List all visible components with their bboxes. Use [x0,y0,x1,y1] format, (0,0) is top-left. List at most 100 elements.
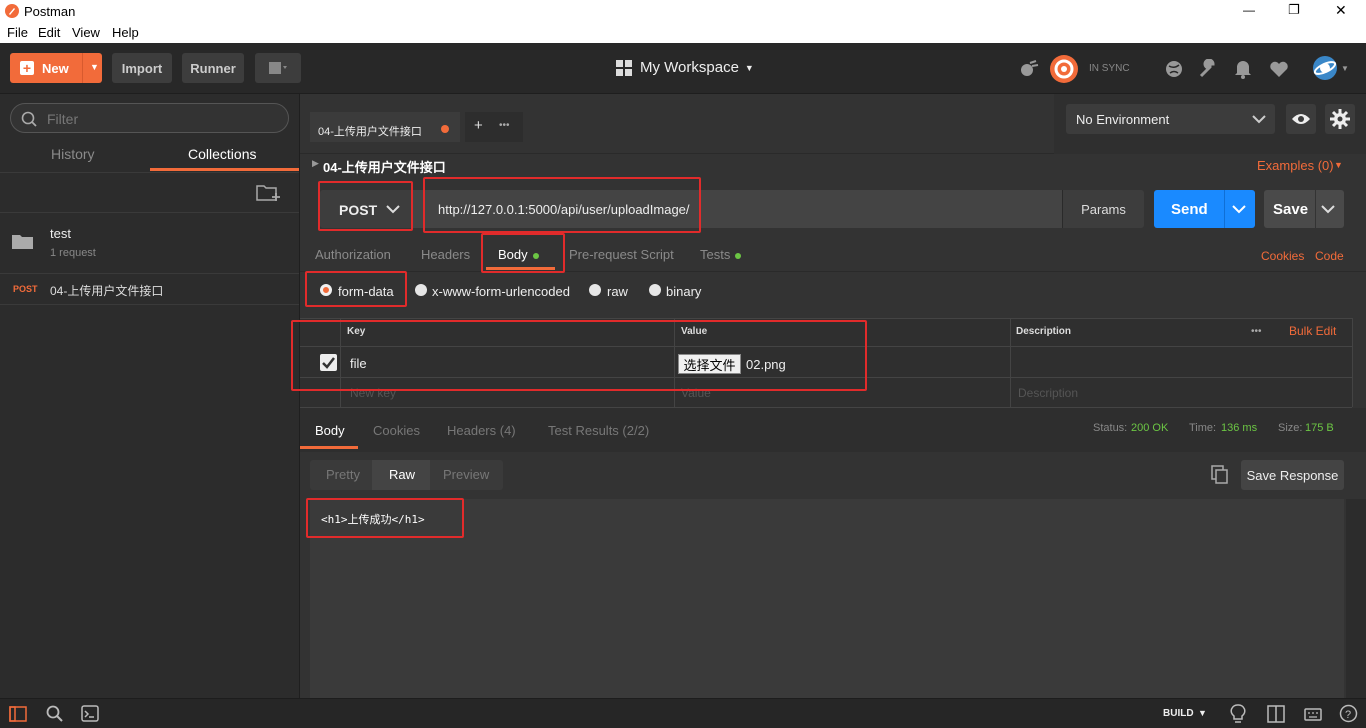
caret-down-icon: ▼ [744,62,754,73]
import-button[interactable]: Import [112,53,172,83]
console-icon[interactable] [81,705,99,722]
status-dot [735,252,742,259]
bulb-icon[interactable] [1230,704,1246,724]
choose-file-button[interactable]: 选择文件 [678,354,741,374]
status-dot [532,252,539,259]
caret-right-icon[interactable]: ▶ [312,158,319,169]
tab-collections[interactable]: Collections [188,146,256,162]
time-label: Time: [1189,422,1217,434]
minimize-button[interactable]: — [1243,3,1255,17]
response-tab-headers[interactable]: Headers (4) [447,423,516,438]
sync-icon[interactable] [1048,53,1080,85]
tab-body[interactable]: Body [498,247,539,262]
radio-form-data[interactable] [320,284,332,296]
scrollbar[interactable] [1346,499,1366,698]
build-mode-label[interactable]: BUILD [1163,708,1194,719]
close-button[interactable]: ✕ [1335,2,1347,19]
tab-authorization[interactable]: Authorization [315,247,391,262]
tab-pre-request-script[interactable]: Pre-request Script [569,247,674,262]
response-tab-cookies[interactable]: Cookies [373,423,420,438]
tab-actions: + ••• [465,112,523,142]
wrench-icon[interactable] [1198,59,1218,79]
time-value: 136 ms [1221,422,1258,434]
two-pane-icon[interactable] [1267,705,1285,723]
response-tab-body[interactable]: Body [315,423,345,438]
menu-file[interactable]: File [7,25,28,40]
save-button[interactable]: Save [1264,190,1344,228]
view-pretty[interactable]: Pretty [326,467,360,482]
radio-urlencoded[interactable] [415,284,427,296]
new-key-input[interactable]: New key [350,386,396,400]
view-raw[interactable]: Raw [389,467,415,482]
tab-history[interactable]: History [51,146,95,162]
row-checkbox[interactable] [320,354,337,371]
new-description-input[interactable]: Description [1018,386,1078,400]
examples-link[interactable]: Examples (0) [1257,158,1334,173]
cookies-link[interactable]: Cookies [1261,249,1304,263]
code-link[interactable]: Code [1315,249,1344,263]
radio-raw[interactable] [589,284,601,296]
request-tab-label: 04-上传用户文件接口 [318,126,422,138]
view-preview[interactable]: Preview [443,467,489,482]
search-icon [21,111,37,127]
postman-logo-icon [5,4,19,18]
method-select[interactable]: POST [320,190,412,228]
workspace-switcher[interactable]: My Workspace ▼ [616,59,754,76]
mode-urlencoded-label: x-www-form-urlencoded [432,284,570,299]
new-button[interactable]: + New ▼ [10,53,102,83]
caret-down-icon: ▼ [1334,160,1343,170]
satellite-icon[interactable] [1018,59,1040,79]
column-key: Key [347,326,366,337]
add-tab-button[interactable]: + [474,117,483,134]
bell-icon[interactable] [1234,59,1252,79]
toggle-sidebar-icon[interactable] [9,706,27,722]
heart-icon[interactable] [1269,60,1289,78]
send-label: Send [1171,201,1208,218]
bulk-edit-link[interactable]: Bulk Edit [1289,324,1336,338]
menu-edit[interactable]: Edit [38,25,60,40]
menu-help[interactable]: Help [112,25,139,40]
response-tab-test-results[interactable]: Test Results (2/2) [548,423,649,438]
row-key[interactable]: file [350,356,367,371]
filter-input[interactable]: Filter [10,103,289,133]
sidebar-request-item[interactable]: POST 04-上传用户文件接口 [0,274,299,304]
tab-headers[interactable]: Headers [421,247,470,262]
method-badge: POST [13,284,38,294]
new-value-input[interactable]: Value [681,386,711,400]
new-window-button[interactable] [255,53,301,83]
url-input[interactable]: http://127.0.0.1:5000/api/user/uploadIma… [412,190,1062,228]
send-button[interactable]: Send [1154,190,1255,228]
avatar[interactable] [1312,55,1338,81]
new-collection-icon[interactable] [256,182,282,204]
environment-quick-look-button[interactable] [1286,104,1316,134]
runner-button[interactable]: Runner [182,53,244,83]
save-response-button[interactable]: Save Response [1241,460,1344,490]
collection-name: test [50,226,71,241]
status-bar: BUILD ▼ ? [0,698,1366,728]
environment-select[interactable]: No Environment [1066,104,1275,134]
menu-view[interactable]: View [72,25,100,40]
radio-binary[interactable] [649,284,661,296]
collection-item[interactable]: test 1 request [0,213,299,273]
help-icon[interactable]: ? [1339,704,1358,723]
table-more-button[interactable]: ••• [1251,326,1262,337]
globe-icon[interactable] [1165,60,1183,78]
copy-icon[interactable] [1211,465,1229,485]
manage-environments-button[interactable] [1325,104,1355,134]
more-tabs-button[interactable]: ••• [499,120,510,131]
method-value: POST [339,202,378,218]
search-icon[interactable] [46,705,64,723]
title-bar: Postman — ❐ ✕ [0,0,1366,23]
keyboard-icon[interactable] [1304,705,1322,723]
params-button[interactable]: Params [1062,190,1144,228]
tab-tests[interactable]: Tests [700,247,742,262]
size-value: 175 B [1305,422,1334,434]
folder-icon [12,235,33,249]
maximize-button[interactable]: ❐ [1288,2,1300,18]
new-button-label: New [42,60,69,76]
chevron-down-icon [1321,205,1335,214]
subtab-active-indicator [486,267,555,270]
chevron-down-icon [386,205,400,214]
mode-form-data-label: form-data [338,284,394,299]
request-tab[interactable]: 04-上传用户文件接口 [310,112,460,142]
